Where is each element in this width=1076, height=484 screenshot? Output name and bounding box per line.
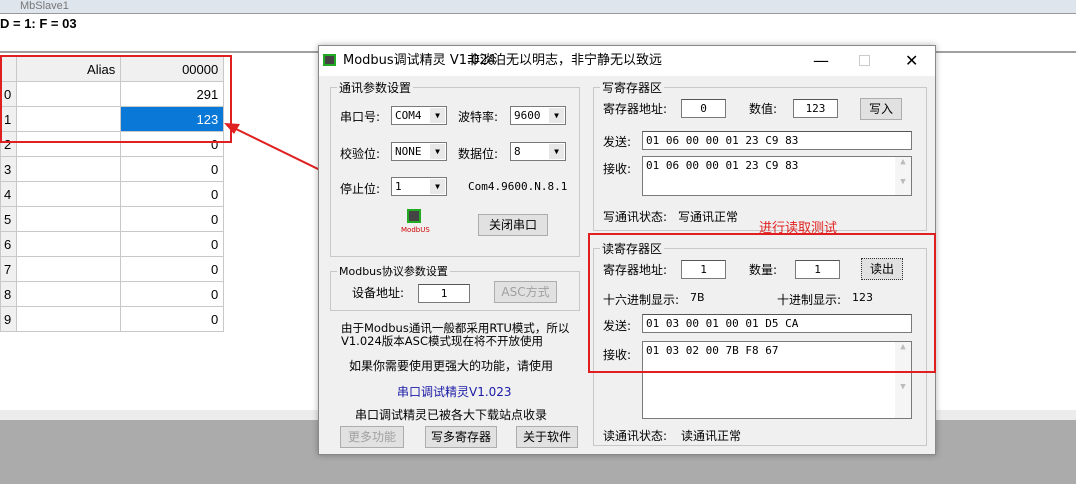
- stopbits-label: 停止位:: [340, 182, 381, 196]
- note-line-4: 串口调试精灵已被各大下载站点收录: [355, 408, 548, 422]
- parity-select[interactable]: NONE ▼: [391, 142, 447, 161]
- stopbits-select[interactable]: 1 ▼: [391, 177, 447, 196]
- highlight-box-grid: [0, 55, 232, 143]
- write-multiple-button[interactable]: 写多寄存器: [425, 426, 497, 448]
- comm-summary: Com4.9600.N.8.1: [468, 180, 568, 193]
- modbus-logo-icon: [407, 209, 421, 223]
- write-register-group: 写寄存器区 寄存器地址: 0 数值: 123 写入 发送: 01 06 00 0…: [593, 79, 927, 231]
- note-line-1: 由于Modbus通讯一般都采用RTU模式，所以: [341, 321, 570, 335]
- serial-tool-link[interactable]: 串口调试精灵V1.023: [397, 383, 512, 400]
- databits-select[interactable]: 8 ▼: [510, 142, 566, 161]
- chevron-down-icon[interactable]: ▼: [430, 144, 445, 159]
- baud-select[interactable]: 9600 ▼: [510, 106, 566, 125]
- note-line-3: 如果你需要使用更强大的功能，请使用: [349, 359, 554, 373]
- minimize-icon[interactable]: —: [813, 46, 829, 76]
- write-button[interactable]: 写入: [860, 98, 902, 120]
- device-address-label: 设备地址:: [352, 286, 405, 300]
- close-icon[interactable]: ✕: [905, 46, 918, 76]
- about-button[interactable]: 关于软件: [516, 426, 578, 448]
- scrollbar[interactable]: ▲ ▼: [895, 157, 911, 195]
- protocol-settings-group: Modbus协议参数设置 设备地址: 1 ASC方式: [330, 263, 580, 311]
- more-features-button: 更多功能: [340, 426, 404, 448]
- write-value-input[interactable]: 123: [793, 99, 838, 118]
- chevron-down-icon[interactable]: ▼: [430, 108, 445, 123]
- port-label: 串口号:: [340, 110, 381, 124]
- dialog-title-bar: Modbus调试精灵 V1.024 非淡泊无以明志，非宁静无以致远 — ✕: [319, 46, 935, 76]
- note-line-2: V1.024版本ASC模式现在将不开放使用: [341, 334, 543, 348]
- write-value-label: 数值:: [749, 102, 778, 116]
- dialog-motto: 非淡泊无以明志，非宁静无以致远: [467, 53, 663, 68]
- select-value: COM4: [395, 109, 422, 122]
- protocol-legend: Modbus协议参数设置: [337, 263, 450, 279]
- baud-label: 波特率:: [458, 110, 499, 124]
- select-value: 8: [514, 145, 521, 158]
- read-status-label: 读通讯状态:: [603, 429, 668, 443]
- chevron-down-icon[interactable]: ▼: [430, 179, 445, 194]
- write-send-field[interactable]: 01 06 00 00 01 23 C9 83: [642, 131, 912, 150]
- parity-label: 校验位:: [340, 147, 381, 161]
- read-status: 读通讯正常: [681, 429, 742, 443]
- chevron-down-icon[interactable]: ▼: [549, 144, 564, 159]
- highlight-box-read: [588, 233, 936, 373]
- app-icon: [323, 54, 336, 66]
- device-address-input[interactable]: 1: [418, 284, 470, 303]
- write-status-label: 写通讯状态:: [603, 210, 668, 224]
- write-legend: 写寄存器区: [600, 79, 665, 96]
- select-value: NONE: [395, 145, 422, 158]
- asc-mode-button: ASC方式: [494, 281, 557, 303]
- chevron-down-icon[interactable]: ▼: [549, 108, 564, 123]
- write-address-label: 寄存器地址:: [603, 102, 668, 116]
- port-select[interactable]: COM4 ▼: [391, 106, 447, 125]
- close-port-button[interactable]: 关闭串口: [478, 214, 548, 236]
- modbus-logo-text: ModbUS: [401, 226, 430, 234]
- write-status: 写通讯正常: [678, 210, 739, 224]
- write-send-label: 发送:: [603, 135, 632, 149]
- maximize-icon[interactable]: [859, 55, 870, 66]
- recv-text: 01 06 00 00 01 23 C9 83: [646, 159, 799, 172]
- write-recv-label: 接收:: [603, 162, 632, 176]
- write-address-input[interactable]: 0: [681, 99, 726, 118]
- databits-label: 数据位:: [458, 147, 499, 161]
- comm-legend: 通讯参数设置: [337, 79, 414, 96]
- select-value: 9600: [514, 109, 541, 122]
- write-recv-field[interactable]: 01 06 00 00 01 23 C9 83 ▲ ▼: [642, 156, 912, 196]
- comm-settings-group: 通讯参数设置 串口号: COM4 ▼ 波特率: 9600 ▼ 校验位: NONE ▼ …: [330, 79, 580, 257]
- select-value: 1: [395, 180, 402, 193]
